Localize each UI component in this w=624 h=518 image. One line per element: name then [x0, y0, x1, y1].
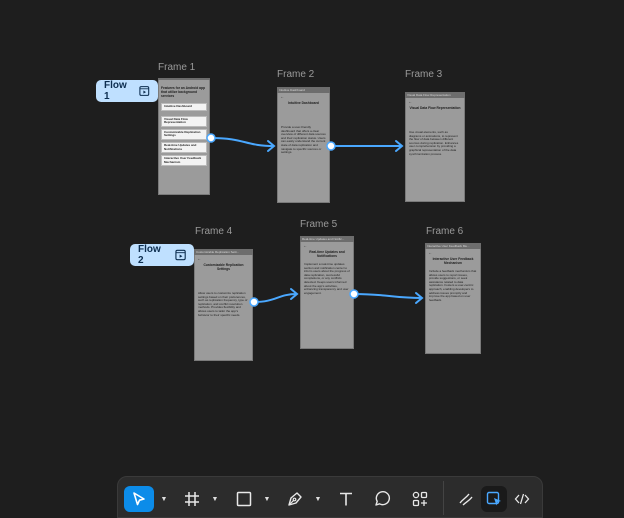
list-item[interactable]: Customizable Replication Settings	[161, 128, 207, 140]
play-frame-icon[interactable]	[139, 85, 150, 97]
rectangle-icon	[236, 491, 252, 507]
frame-heading: Visual Data Flow Representation	[409, 106, 461, 110]
shape-tool-dropdown[interactable]: ▼	[258, 486, 272, 512]
flow-label: Flow 2	[138, 244, 161, 266]
frame-heading: Customizable Replication Settings	[203, 263, 244, 271]
frame-heading: Real-time Updates and Notifications	[309, 250, 345, 258]
flow-1-badge[interactable]: Flow 1	[96, 80, 158, 102]
arrowhead-icon	[415, 292, 424, 304]
bottom-toolbar: ▼ ▼ ▼ ▼	[117, 476, 543, 518]
comment-bubble-icon	[375, 491, 390, 506]
comment-tool-button[interactable]	[370, 486, 394, 512]
frame-body: Provide a user-friendly dashboard that o…	[281, 125, 326, 155]
frame-heading: Features for an Android app that utilize…	[161, 86, 206, 98]
frame-5[interactable]: Real-time Updates and Notific... ← Real-…	[300, 236, 354, 349]
move-tool-button[interactable]	[124, 486, 154, 512]
text-t-icon	[340, 492, 352, 506]
list-item[interactable]: Intuitive Dashboard	[161, 103, 207, 111]
frame-5-title[interactable]: Frame 5	[300, 219, 337, 230]
flow-label: Flow 1	[104, 80, 127, 102]
arrowhead-icon	[395, 140, 404, 152]
code-brackets-icon	[514, 493, 530, 505]
chevron-down-icon: ▼	[211, 495, 219, 503]
frame-4[interactable]: Customizable Replication Setti... ← Cust…	[194, 249, 253, 361]
shape-tool-button[interactable]	[232, 486, 256, 512]
design-canvas[interactable]: Frame 1 Frame 2 Frame 3 Frame 4 Frame 5 …	[0, 0, 624, 518]
frame-2[interactable]: Intuitive Dashboard ← Intuitive Dashboar…	[277, 87, 330, 203]
frame-body: Implement a real-time updates section an…	[304, 262, 350, 295]
toolbar-divider	[443, 481, 444, 515]
frame-body: Use visual elements, such as diagrams or…	[409, 130, 459, 156]
frame-body: Include a feedback mechanism that allows…	[429, 269, 477, 302]
flow-2-badge[interactable]: Flow 2	[130, 244, 194, 266]
frame-3[interactable]: Visual Data Flow Representation ← Visual…	[405, 92, 465, 202]
cursor-arrow-icon	[133, 492, 145, 506]
list-item[interactable]: Visual Data Flow Representation	[161, 115, 207, 127]
move-tool-dropdown[interactable]: ▼	[155, 486, 169, 512]
chevron-down-icon: ▼	[263, 495, 271, 503]
list-item[interactable]: Real-time Updates and Notifications	[161, 141, 207, 154]
frame-body: Allow users to customize replication set…	[198, 291, 248, 317]
frame-6-title[interactable]: Frame 6	[426, 226, 463, 237]
play-frame-icon[interactable]	[175, 249, 186, 261]
hash-frame-icon	[185, 492, 199, 506]
frame-4-title[interactable]: Frame 4	[195, 226, 232, 237]
frame-tool-button[interactable]	[180, 486, 204, 512]
text-tool-button[interactable]	[334, 486, 358, 512]
frame-heading: Intuitive Dashboard	[288, 101, 319, 105]
actions-tool-button[interactable]	[408, 486, 432, 512]
frame-1-title[interactable]: Frame 1	[158, 62, 195, 73]
pen-nib-icon	[288, 492, 302, 506]
connector-1-2	[210, 137, 275, 147]
draw-pencil-icon	[459, 493, 473, 506]
frame-6[interactable]: Interactive User Feedback Me... ← Intera…	[425, 243, 481, 354]
shapes-plus-icon	[412, 491, 428, 507]
frame-3-title[interactable]: Frame 3	[405, 69, 442, 80]
frame-1[interactable]: Features for an Android app that utilize…	[158, 78, 210, 195]
design-cursor-icon	[486, 491, 501, 506]
frame-2-title[interactable]: Frame 2	[277, 69, 314, 80]
draw-mode-button[interactable]	[453, 486, 479, 512]
frame-heading: Interactive User Feedback Mechanism	[432, 257, 474, 265]
pen-tool-dropdown[interactable]: ▼	[309, 486, 323, 512]
pen-tool-button[interactable]	[283, 486, 307, 512]
connector-5-6	[353, 293, 423, 299]
dev-mode-button[interactable]	[509, 486, 535, 512]
connector-4-5	[253, 293, 298, 303]
chevron-down-icon: ▼	[314, 495, 322, 503]
frame-tool-dropdown[interactable]: ▼	[206, 486, 220, 512]
chevron-down-icon: ▼	[160, 495, 168, 503]
arrowhead-icon	[267, 140, 276, 152]
list-item[interactable]: Interactive User Feedback Mechanism	[161, 155, 207, 167]
design-mode-button[interactable]	[481, 486, 507, 512]
arrowhead-icon	[290, 288, 299, 300]
